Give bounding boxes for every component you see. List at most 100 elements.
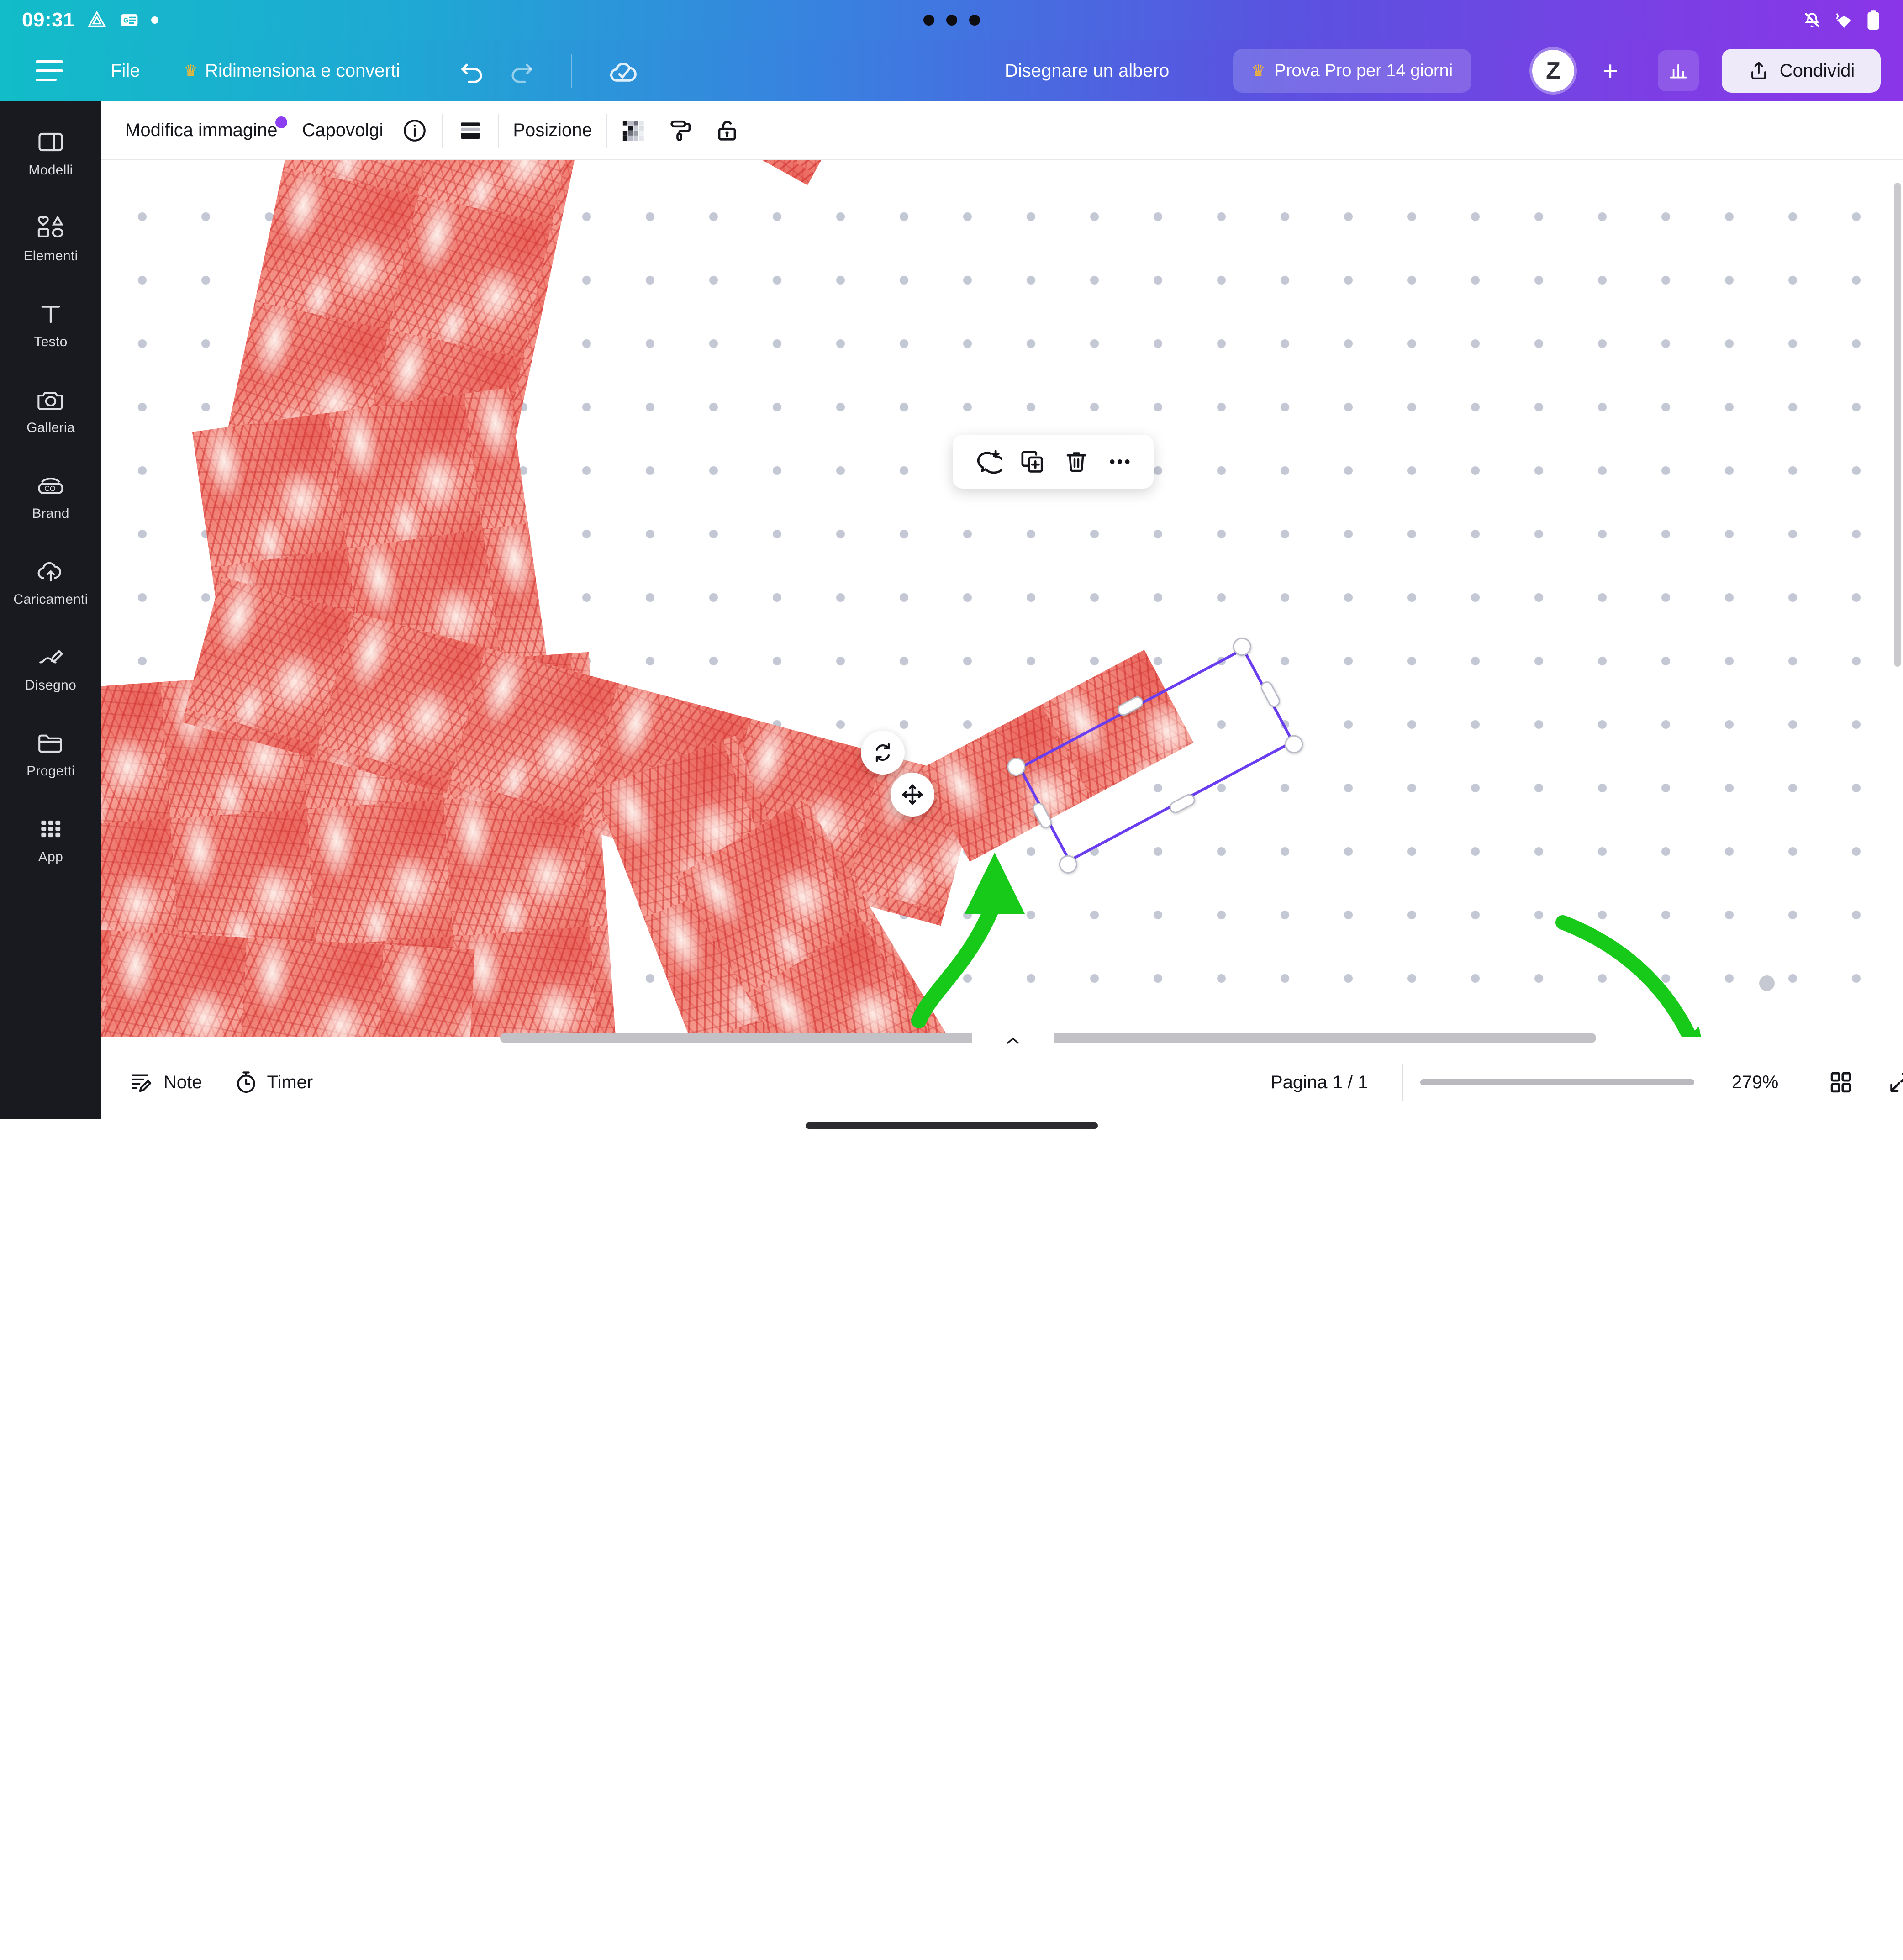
sidebar-item-galleria[interactable]: Galleria [0, 385, 101, 436]
note-label: Note [163, 1072, 202, 1092]
add-comment-icon[interactable] [973, 447, 1002, 476]
bar-chart-icon [1670, 64, 1687, 79]
menu-file[interactable]: File [111, 61, 140, 81]
move-handle-button[interactable] [891, 773, 934, 817]
delete-trash-icon[interactable] [1063, 448, 1090, 475]
menu-resize-convert-label: Ridimensiona e converti [205, 60, 400, 81]
grid-view-icon[interactable] [1828, 1069, 1854, 1096]
transparency-checker-icon[interactable] [621, 117, 647, 144]
toolbar-divider [570, 54, 572, 88]
bottom-divider [1402, 1064, 1403, 1101]
sidebar-label: Galleria [26, 420, 75, 435]
sidebar-label: Elementi [23, 248, 78, 263]
camera-dot [969, 15, 980, 26]
sidebar-label: Disegno [25, 678, 77, 693]
upload-cloud-icon [37, 562, 61, 582]
sidebar-item-caricamenti[interactable]: Caricamenti [0, 557, 101, 607]
sidebar-item-modelli[interactable]: Modelli [0, 128, 101, 178]
bell-muted-icon [1804, 12, 1820, 28]
stats-button[interactable] [1658, 50, 1699, 91]
timer-label: Timer [267, 1072, 313, 1092]
flip-button[interactable]: Capovolgi [302, 120, 383, 141]
plus-icon: + [1603, 56, 1618, 86]
cloud-check-icon[interactable] [607, 55, 638, 86]
sidebar-item-elementi[interactable]: Elementi [0, 214, 101, 264]
share-upload-icon [1751, 62, 1766, 79]
redo-icon[interactable] [507, 57, 535, 85]
edit-image-label: Modifica immagine [125, 120, 278, 140]
crown-icon: ♛ [184, 62, 198, 79]
paint-roller-icon[interactable] [667, 117, 694, 144]
edit-image-button[interactable]: Modifica immagine [125, 116, 288, 141]
svg-text:CO: CO [44, 485, 55, 493]
page-indicator: Pagina 1 / 1 [1270, 1072, 1368, 1092]
artwork-collage [101, 160, 1903, 1037]
more-options-icon[interactable] [1106, 448, 1133, 475]
battery-icon [1867, 10, 1879, 30]
toolbar-divider [442, 113, 443, 148]
avatar[interactable]: Z [1532, 50, 1574, 92]
camera-dot [923, 15, 934, 26]
toolbar-divider [498, 113, 500, 148]
sidebar-item-app[interactable]: App [0, 815, 101, 865]
ai-gradient-ring [1787, 943, 1860, 1017]
wifi-icon [1836, 13, 1851, 28]
chevron-up-icon [1007, 1038, 1019, 1044]
status-bar-right [1803, 10, 1880, 31]
sidebar-label: Brand [32, 506, 69, 521]
timer-button[interactable]: Timer [233, 1070, 313, 1095]
undo-icon[interactable] [459, 57, 487, 85]
image-toolbar: Modifica immagine Capovolgi Posizione [101, 101, 1903, 160]
affinity-icon [88, 11, 106, 27]
layers-icon[interactable] [456, 116, 485, 145]
new-feature-badge-dot [275, 116, 288, 128]
top-navigation-bar: File ♛ Ridimensiona e converti Disegnare… [0, 40, 1903, 101]
history-controls [459, 54, 638, 88]
left-sidebar: Modelli Elementi Testo Galleria CO Brand [0, 101, 101, 1142]
status-bar: 09:31 G [0, 0, 1903, 40]
note-pencil-icon [132, 1074, 152, 1092]
sidebar-item-brand[interactable]: CO Brand [0, 471, 101, 522]
menu-resize-convert[interactable]: ♛ Ridimensiona e converti [184, 61, 400, 81]
camera-dot [946, 15, 957, 26]
sidebar-label: App [38, 849, 63, 864]
sidebar-item-progetti[interactable]: Progetti [0, 729, 101, 779]
shapes-icon [37, 215, 63, 238]
selection-context-toolbar[interactable] [953, 435, 1154, 489]
zoom-slider[interactable] [1420, 1079, 1694, 1085]
rotate-icon [875, 743, 890, 762]
zoom-percentage[interactable]: 279% [1732, 1072, 1778, 1093]
text-icon [41, 306, 60, 323]
position-button[interactable]: Posizione [513, 120, 592, 141]
pro-trial-button[interactable]: ♛ Prova Pro per 14 giorni [1233, 49, 1471, 93]
apps-grid-icon [41, 820, 61, 838]
design-canvas[interactable] [101, 160, 1903, 1037]
sidebar-label: Caricamenti [13, 592, 88, 607]
bottom-status-bar: Note Timer Pagina 1 / 1 279% [101, 1046, 1903, 1119]
add-collaborator-button[interactable]: + [1594, 54, 1627, 87]
ai-assistant-button[interactable] [1787, 943, 1860, 1017]
vertical-scrollbar-thumb[interactable] [1894, 183, 1901, 667]
sidebar-item-disegno[interactable]: Disegno [0, 643, 101, 693]
note-button[interactable]: Note [129, 1070, 202, 1095]
pro-trial-label: Prova Pro per 14 giorni [1274, 61, 1453, 80]
toolbar-divider [606, 113, 607, 148]
ai-companion-dot [1759, 975, 1775, 991]
brand-icon: CO [38, 478, 63, 495]
recording-dot-icon [151, 16, 159, 24]
share-button[interactable]: Condividi [1722, 49, 1881, 93]
sidebar-label: Progetti [26, 764, 75, 779]
status-bar-left: 09:31 G [0, 9, 159, 32]
avatar-initial: Z [1546, 58, 1560, 84]
unlock-icon[interactable] [714, 117, 740, 144]
sidebar-label: Testo [34, 334, 68, 349]
rotate-handle-button[interactable] [861, 731, 905, 775]
expand-fullscreen-icon[interactable] [1887, 1069, 1903, 1096]
duplicate-icon[interactable] [1018, 448, 1046, 476]
document-title[interactable]: Disegnare un albero [1005, 61, 1169, 81]
news-widget-icon: G [121, 14, 138, 26]
info-circle-icon[interactable] [401, 117, 428, 144]
folder-icon [38, 734, 62, 753]
sidebar-item-testo[interactable]: Testo [0, 300, 101, 350]
hamburger-menu-icon[interactable] [36, 60, 63, 81]
